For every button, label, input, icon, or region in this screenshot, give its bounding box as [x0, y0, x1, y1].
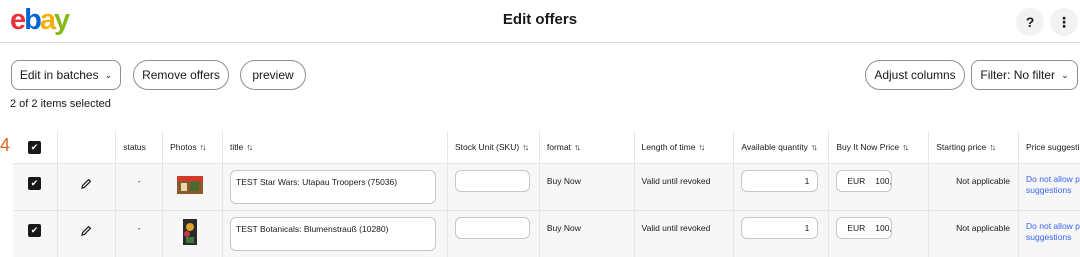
- title-input[interactable]: TEST Star Wars: Utapau Troopers (75036): [230, 169, 437, 204]
- sku-input[interactable]: [454, 216, 530, 239]
- table-row: ✔ - TEST Botanicals: Blumenstrauß (10280…: [13, 209, 1080, 257]
- column-header-available-quantity[interactable]: Available quantity ↑↓: [733, 131, 829, 163]
- column-header-buy-it-now-price[interactable]: Buy It Now Price ↑↓: [828, 131, 929, 163]
- help-icon: ?: [1025, 14, 1035, 30]
- preview-button[interactable]: preview: [240, 60, 306, 90]
- chevron-down-icon: ⌄: [1061, 69, 1069, 80]
- column-header-length-of-time[interactable]: Length of time ↑↓: [633, 131, 734, 163]
- pencil-icon[interactable]: [80, 225, 92, 237]
- column-header-price-suggestions: Price suggesti: [1018, 131, 1080, 163]
- select-all-cell: ✔: [13, 131, 58, 163]
- row-checkbox[interactable]: ✔: [28, 223, 41, 237]
- step-marker: 4: [0, 135, 11, 155]
- duration-cell: Valid until revoked: [633, 162, 734, 210]
- column-header-status: status: [115, 131, 163, 163]
- edit-in-batches-button[interactable]: Edit in batches ⌄: [11, 60, 121, 90]
- select-all-checkbox[interactable]: ✔: [28, 141, 41, 155]
- price-suggestion-link[interactable]: Do not allow p suggestions: [1018, 162, 1080, 210]
- sku-input[interactable]: [454, 169, 530, 192]
- help-button[interactable]: ?: [1016, 8, 1044, 36]
- chevron-down-icon: ⌄: [104, 69, 113, 80]
- column-header-title[interactable]: title ↑↓: [222, 131, 448, 163]
- price-suggestion-link[interactable]: Do not allow p suggestions: [1018, 209, 1080, 257]
- sort-icon: ↑↓: [810, 141, 818, 152]
- row-checkbox[interactable]: ✔: [28, 176, 41, 190]
- starting-price-cell: Not applicable: [928, 162, 1019, 210]
- status-cell: -: [115, 209, 163, 257]
- currency-label: EUR: [847, 222, 866, 233]
- column-header-sku[interactable]: Stock Unit (SKU) ↑↓: [446, 131, 540, 163]
- sort-icon: ↑↓: [902, 141, 909, 152]
- table-row: ✔ - TEST Star Wars: Utapau Troopers (750…: [13, 162, 1080, 210]
- product-thumbnail[interactable]: [175, 170, 205, 200]
- price-value: 100,0: [875, 175, 892, 186]
- duration-cell: Valid until revoked: [633, 209, 734, 257]
- more-vertical-icon: ⋮: [1057, 13, 1071, 30]
- currency-label: EUR: [847, 175, 866, 186]
- filter-button[interactable]: Filter: No filter ⌄: [971, 60, 1078, 90]
- sort-icon: ↑↓: [573, 141, 581, 152]
- sort-icon: ↑↓: [522, 141, 529, 152]
- price-value: 100,0: [875, 222, 892, 233]
- table-header-row: ✔ status Photos ↑↓ title ↑↓ Stock Unit (SK…: [13, 131, 1080, 163]
- column-header-format[interactable]: format ↑↓: [538, 131, 635, 163]
- title-input[interactable]: TEST Botanicals: Blumenstrauß (10280): [230, 216, 437, 251]
- offers-table: ✔ status Photos ↑↓ title ↑↓ Stock Unit (SK…: [13, 131, 1080, 257]
- quantity-input[interactable]: 1: [741, 169, 819, 192]
- starting-price-cell: Not applicable: [928, 209, 1019, 257]
- status-cell: -: [115, 162, 163, 210]
- price-input[interactable]: EUR 100,0: [836, 216, 893, 239]
- column-header-starting-price[interactable]: Starting price ↑↓: [928, 131, 1019, 163]
- selection-count: 2 of 2 items selected: [10, 98, 111, 110]
- price-input[interactable]: EUR 100,0: [836, 169, 893, 192]
- more-options-button[interactable]: ⋮: [1050, 8, 1078, 36]
- sort-icon: ↑↓: [199, 141, 207, 152]
- pencil-icon[interactable]: [80, 178, 92, 190]
- format-cell: Buy Now: [538, 209, 635, 257]
- quantity-input[interactable]: 1: [741, 216, 819, 239]
- sort-icon: ↑↓: [246, 141, 253, 152]
- remove-offers-button[interactable]: Remove offers: [133, 60, 229, 90]
- top-bar: ebay Edit offers ? ⋮: [0, 0, 1080, 43]
- sort-icon: ↑↓: [698, 141, 705, 152]
- actions-header: [57, 131, 116, 163]
- sort-icon: ↑↓: [989, 141, 996, 152]
- column-header-photos[interactable]: Photos ↑↓: [162, 131, 223, 163]
- product-thumbnail[interactable]: [175, 217, 205, 247]
- format-cell: Buy Now: [538, 162, 635, 210]
- adjust-columns-button[interactable]: Adjust columns: [865, 60, 965, 90]
- page-title: Edit offers: [502, 11, 578, 28]
